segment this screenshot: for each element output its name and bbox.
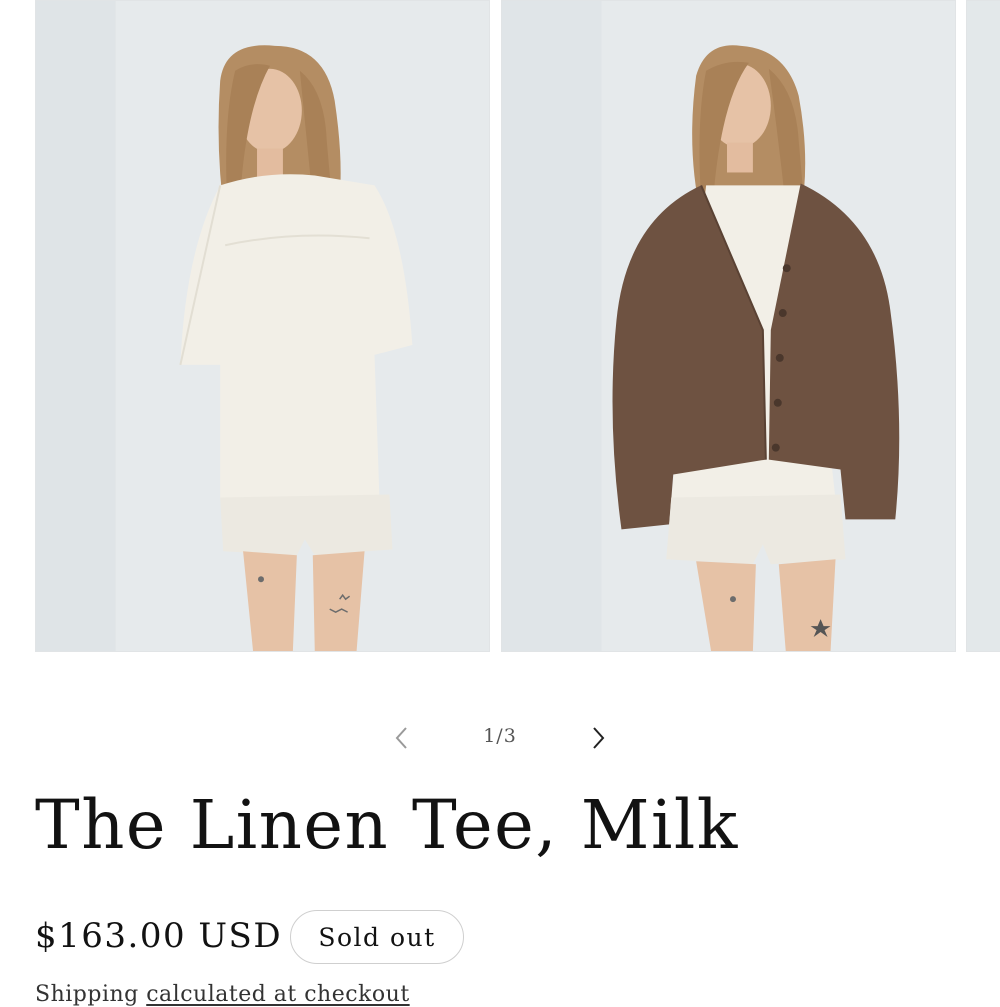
photo-model-linen-tee — [36, 1, 489, 651]
next-slide-button[interactable] — [577, 718, 621, 758]
shipping-policy-link[interactable]: calculated at checkout — [146, 982, 409, 1007]
product-image-2[interactable] — [501, 0, 956, 652]
photo-next-slide — [967, 1, 1000, 651]
price-row: $163.00 USD Sold out — [35, 908, 935, 968]
product-gallery[interactable] — [0, 0, 1000, 652]
sold-out-badge: Sold out — [290, 910, 464, 964]
chevron-right-icon — [593, 727, 605, 749]
product-title: The Linen Tee, Milk — [35, 786, 739, 864]
product-price: $163.00 USD — [35, 916, 283, 956]
product-image-3[interactable] — [966, 0, 1000, 652]
slider-pagination: 1/3 — [375, 718, 625, 758]
shipping-label: Shipping — [35, 982, 139, 1007]
shipping-note: Shipping calculated at checkout — [35, 982, 410, 1007]
product-image-1[interactable] — [35, 0, 490, 652]
photo-model-linen-tee-cardigan — [502, 1, 955, 651]
